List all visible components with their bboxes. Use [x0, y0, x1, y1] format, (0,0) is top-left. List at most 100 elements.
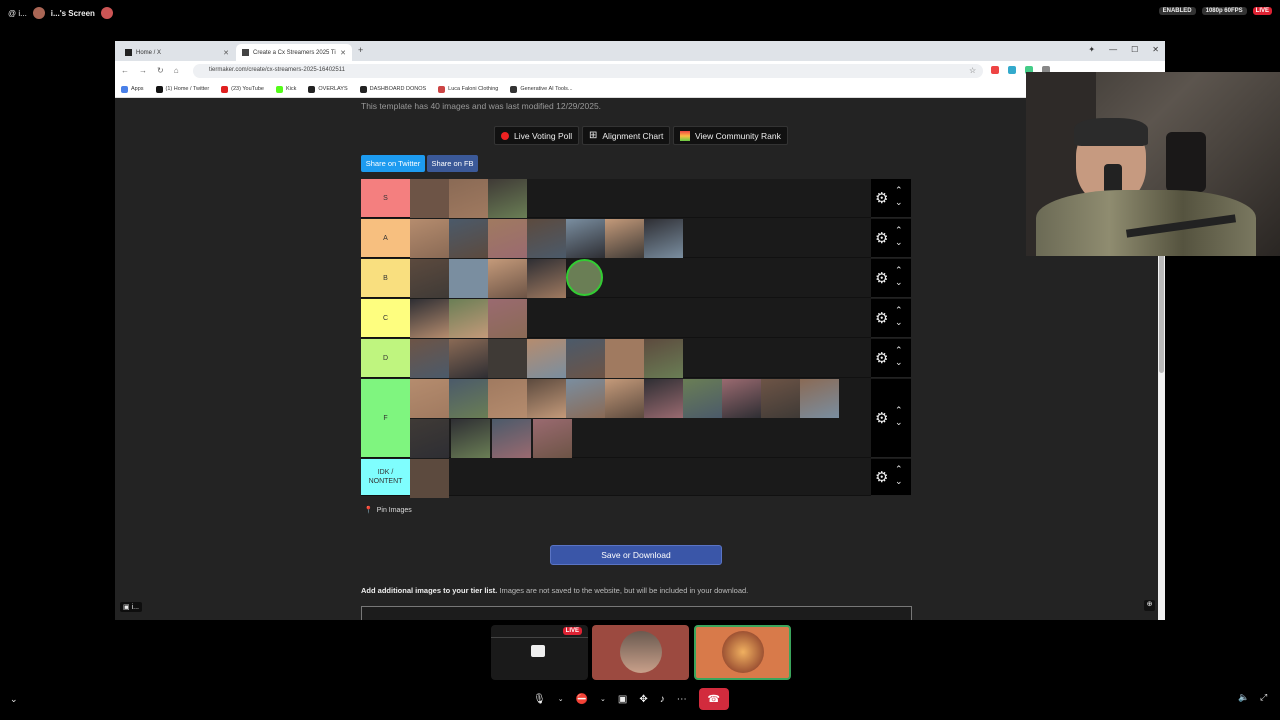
- zoom-icon[interactable]: ⊕: [1144, 600, 1155, 611]
- extension-icon[interactable]: [1008, 66, 1016, 74]
- forward-icon[interactable]: →: [139, 66, 147, 75]
- gear-icon[interactable]: ⚙: [875, 189, 888, 207]
- streamer-image[interactable]: [533, 419, 572, 458]
- live-voting-button[interactable]: Live Voting Poll: [494, 126, 580, 145]
- streamer-image[interactable]: [449, 259, 488, 298]
- streamer-image[interactable]: [488, 219, 527, 258]
- share-twitter-button[interactable]: Share on Twitter: [361, 155, 425, 172]
- tier-label[interactable]: A: [361, 219, 410, 258]
- streamer-image[interactable]: [605, 219, 644, 258]
- gear-icon[interactable]: ⚙: [875, 309, 888, 327]
- gear-icon[interactable]: ⚙: [875, 409, 888, 427]
- streamer-image[interactable]: [451, 419, 490, 458]
- streamer-image[interactable]: [800, 379, 839, 418]
- streamer-image[interactable]: [449, 179, 488, 218]
- extension-icon[interactable]: ✦: [1088, 45, 1095, 54]
- minimize-icon[interactable]: —: [1109, 45, 1117, 54]
- gear-icon[interactable]: ⚙: [875, 468, 888, 486]
- community-rank-button[interactable]: View Community Rank: [673, 126, 788, 145]
- close-icon[interactable]: ✕: [340, 49, 346, 57]
- tier-label[interactable]: D: [361, 339, 410, 378]
- move-down-icon[interactable]: ⌄: [895, 277, 903, 286]
- streamer-image[interactable]: [410, 219, 449, 258]
- move-up-icon[interactable]: ⌃: [895, 225, 903, 234]
- streamer-image[interactable]: [605, 379, 644, 418]
- move-down-icon[interactable]: ⌄: [895, 237, 903, 246]
- streamer-image[interactable]: [410, 339, 449, 378]
- gear-icon[interactable]: ⚙: [875, 229, 888, 247]
- streamer-image[interactable]: [410, 299, 449, 338]
- tier-label[interactable]: F: [361, 379, 410, 458]
- bookmark-item[interactable]: (1) Home / Twitter: [155, 85, 209, 93]
- bookmark-item[interactable]: Apps: [121, 85, 144, 93]
- participant-tile-user2[interactable]: [694, 625, 791, 680]
- back-icon[interactable]: ←: [121, 66, 129, 75]
- streamer-image[interactable]: [761, 379, 800, 418]
- move-up-icon[interactable]: ⌃: [895, 345, 903, 354]
- more-icon[interactable]: ⋯: [677, 694, 687, 705]
- share-fb-button[interactable]: Share on FB: [427, 155, 478, 172]
- streamer-image[interactable]: [492, 419, 531, 458]
- screen-share-icon[interactable]: ▣: [618, 694, 627, 705]
- activities-icon[interactable]: ✥: [639, 694, 647, 705]
- leave-call-button[interactable]: ☎: [698, 688, 729, 710]
- gear-icon[interactable]: ⚙: [875, 269, 888, 287]
- home-icon[interactable]: ⌂: [174, 66, 179, 75]
- streamer-image[interactable]: [566, 259, 603, 296]
- save-download-button[interactable]: Save or Download: [550, 545, 722, 565]
- streamer-image[interactable]: [410, 259, 449, 298]
- bookmark-item[interactable]: Kick: [275, 85, 296, 93]
- streamer-image[interactable]: [410, 419, 449, 458]
- tier-label[interactable]: IDK / NONTENT: [361, 459, 410, 496]
- streamer-image[interactable]: [410, 459, 449, 498]
- streamer-image[interactable]: [449, 379, 488, 418]
- file-upload-input[interactable]: [361, 606, 912, 620]
- streamer-image[interactable]: [527, 379, 566, 418]
- streamer-image[interactable]: [449, 219, 488, 258]
- chevron-down-icon[interactable]: ⌄: [600, 695, 606, 703]
- extension-icon[interactable]: [991, 66, 999, 74]
- streamer-image[interactable]: [644, 219, 683, 258]
- bookmark-item[interactable]: DASHBOARD DONOS: [359, 85, 426, 93]
- alignment-chart-button[interactable]: ⊞ Alignment Chart: [582, 126, 671, 145]
- bookmark-item[interactable]: Generative AI Tools...: [510, 85, 573, 93]
- new-tab-icon[interactable]: +: [358, 45, 363, 55]
- streamer-image[interactable]: [566, 219, 605, 258]
- camera-off-icon[interactable]: ⛔: [576, 694, 588, 705]
- streamer-image[interactable]: [722, 379, 761, 418]
- close-window-icon[interactable]: ✕: [1152, 45, 1159, 54]
- streamer-image[interactable]: [566, 379, 605, 418]
- microphone-icon[interactable]: 🎙: [533, 694, 546, 705]
- streamer-image[interactable]: [488, 299, 527, 338]
- move-down-icon[interactable]: ⌄: [895, 476, 903, 485]
- streamer-image[interactable]: [644, 379, 683, 418]
- streamer-image[interactable]: [527, 339, 566, 378]
- tier-label[interactable]: B: [361, 259, 410, 298]
- streamer-image[interactable]: [566, 339, 605, 378]
- streamer-image[interactable]: [410, 379, 449, 418]
- participant-tile-screen[interactable]: LIVE: [491, 625, 588, 680]
- streamer-image[interactable]: [488, 379, 527, 418]
- tab-home-x[interactable]: Home / X ✕: [119, 44, 235, 61]
- streamer-image[interactable]: [605, 339, 644, 378]
- move-up-icon[interactable]: ⌃: [895, 265, 903, 274]
- close-icon[interactable]: ✕: [223, 49, 229, 57]
- reload-icon[interactable]: ↻: [157, 66, 164, 75]
- streamer-image[interactable]: [527, 219, 566, 258]
- streamer-image[interactable]: [527, 259, 566, 298]
- bookmark-item[interactable]: (23) YouTube: [221, 85, 264, 93]
- bookmark-star-icon[interactable]: ☆: [969, 66, 976, 75]
- streamer-image[interactable]: [449, 339, 488, 378]
- tier-label[interactable]: S: [361, 179, 410, 218]
- move-down-icon[interactable]: ⌄: [895, 197, 903, 206]
- gear-icon[interactable]: ⚙: [875, 349, 888, 367]
- tab-tiermaker[interactable]: Create a Cx Streamers 2025 Ti ✕: [236, 44, 352, 61]
- volume-icon[interactable]: 🔈: [1238, 692, 1249, 703]
- move-down-icon[interactable]: ⌄: [895, 357, 903, 366]
- streamer-image[interactable]: [644, 339, 683, 378]
- move-up-icon[interactable]: ⌃: [895, 185, 903, 194]
- screen-share-indicator[interactable]: ▣ i...: [120, 602, 142, 612]
- streamer-image[interactable]: [683, 379, 722, 418]
- streamer-image[interactable]: [410, 179, 449, 218]
- streamer-image[interactable]: [449, 299, 488, 338]
